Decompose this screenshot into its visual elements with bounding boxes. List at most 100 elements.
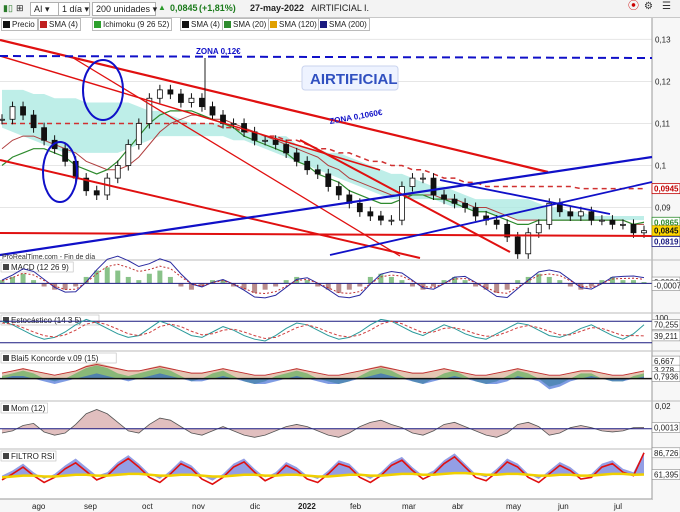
price-axis-bg	[652, 18, 680, 512]
macd-bar	[504, 283, 510, 290]
candle-body	[93, 190, 100, 196]
panel-tag-label: 86,726	[654, 449, 679, 458]
candle-body	[262, 139, 269, 142]
candle-body	[399, 186, 405, 221]
price-tag-label: 0,0845	[654, 227, 679, 236]
x-tick-label: mar	[402, 502, 416, 511]
x-tick-label: may	[506, 502, 521, 511]
candle-body	[272, 139, 279, 145]
candle-body	[283, 144, 290, 154]
candle-body	[356, 202, 363, 213]
candle-body	[0, 118, 5, 121]
candle-body	[472, 207, 479, 217]
candle-body	[588, 211, 595, 221]
candle-body	[314, 169, 321, 175]
candle-body	[388, 219, 395, 222]
candle-body	[209, 106, 216, 116]
macd-bar	[115, 270, 121, 284]
candle-body	[20, 106, 26, 116]
candle-body	[599, 219, 605, 222]
y-tick-label: 0,12	[655, 77, 671, 86]
chart-canvas: 0,130,120,110,10,090,130,120,110,10,09ZO…	[0, 18, 680, 512]
candle-body	[30, 114, 37, 129]
macd-bar	[262, 283, 268, 290]
x-axis-bg	[0, 499, 652, 512]
candle-body	[451, 198, 458, 204]
candle-body	[9, 106, 16, 120]
macd-bar	[336, 283, 342, 293]
price-tag-label: 0,0819	[654, 238, 679, 247]
panel-title: FILTRO RSI	[11, 452, 54, 461]
panel-tag-label: 0,0013	[654, 423, 679, 432]
panel-top-label: 0,02	[655, 402, 671, 411]
panel-swatch-icon	[3, 264, 9, 270]
macd-bar	[546, 276, 552, 284]
macd-bar	[125, 276, 131, 284]
candle-body	[567, 211, 574, 217]
panel-tag-label: 6,667	[654, 357, 675, 366]
x-tick-label: nov	[192, 502, 205, 511]
panel-tag-label: 0,7936	[654, 373, 679, 382]
price-tag-label: 0,0945	[654, 185, 679, 194]
candle-body	[199, 97, 205, 108]
y-tick-label: 0,1	[655, 162, 667, 171]
x-tick-label: feb	[350, 502, 362, 511]
macd-bar	[346, 283, 352, 290]
candle-body	[135, 123, 142, 145]
candle-body	[430, 177, 437, 196]
ticker-box-label: AIRTIFICIAL	[310, 71, 398, 88]
panel-tag-label: 61,395	[654, 470, 679, 479]
candle-body	[114, 165, 121, 179]
candle-body	[620, 223, 626, 226]
candle-body	[188, 97, 195, 103]
panel-tag-label: -0,0007	[654, 282, 680, 291]
candle-body	[230, 123, 237, 125]
panel-swatch-icon	[3, 453, 9, 459]
macd-bar	[20, 273, 26, 284]
candle-body	[630, 223, 637, 234]
macd-bar	[157, 270, 163, 284]
candle-body	[125, 144, 132, 166]
panel-tag-label: 39,211	[654, 332, 678, 341]
panel-title: Mom (12)	[11, 404, 46, 413]
x-tick-label: abr	[452, 502, 464, 511]
candle-body	[41, 127, 47, 141]
candle-body	[367, 211, 374, 217]
candle-body	[62, 148, 69, 162]
candle-body	[641, 230, 647, 234]
x-tick-label: jun	[557, 502, 569, 511]
zona-top-label: ZONA 0,12€	[196, 47, 241, 56]
candle-body	[241, 123, 247, 133]
y-tick-label: 0,13	[655, 35, 671, 44]
panel-swatch-icon	[3, 355, 9, 361]
candle-body	[535, 223, 542, 234]
candle-body	[420, 177, 426, 180]
candle-body	[304, 160, 311, 171]
rsi-red-line	[1, 452, 645, 486]
x-tick-label: oct	[142, 502, 153, 511]
macd-bar	[62, 283, 68, 290]
macd-bar	[146, 273, 152, 284]
x-tick-label: 2022	[298, 502, 316, 511]
candle-body	[493, 219, 500, 225]
x-tick-label: ago	[32, 502, 46, 511]
macd-bar	[388, 276, 394, 284]
y-tick-label: 0,11	[655, 119, 671, 128]
macd-bar	[167, 276, 173, 284]
candle-body	[514, 236, 521, 255]
panel-swatch-icon	[3, 405, 9, 411]
x-tick-label: jul	[613, 502, 622, 511]
candle-body	[156, 89, 163, 99]
macd-bar	[104, 267, 110, 284]
candle-body	[293, 152, 300, 162]
panel-tag-label: 70,255	[654, 321, 679, 330]
candle-body	[609, 219, 616, 225]
candle-body	[325, 173, 332, 187]
panel-title: Estocástico (14 3 5)	[11, 316, 82, 325]
candle-body	[167, 89, 174, 95]
candle-body	[178, 93, 184, 103]
candle-body	[441, 194, 447, 200]
candle-body	[335, 186, 342, 196]
candle-body	[462, 202, 468, 208]
candle-body	[409, 177, 416, 187]
